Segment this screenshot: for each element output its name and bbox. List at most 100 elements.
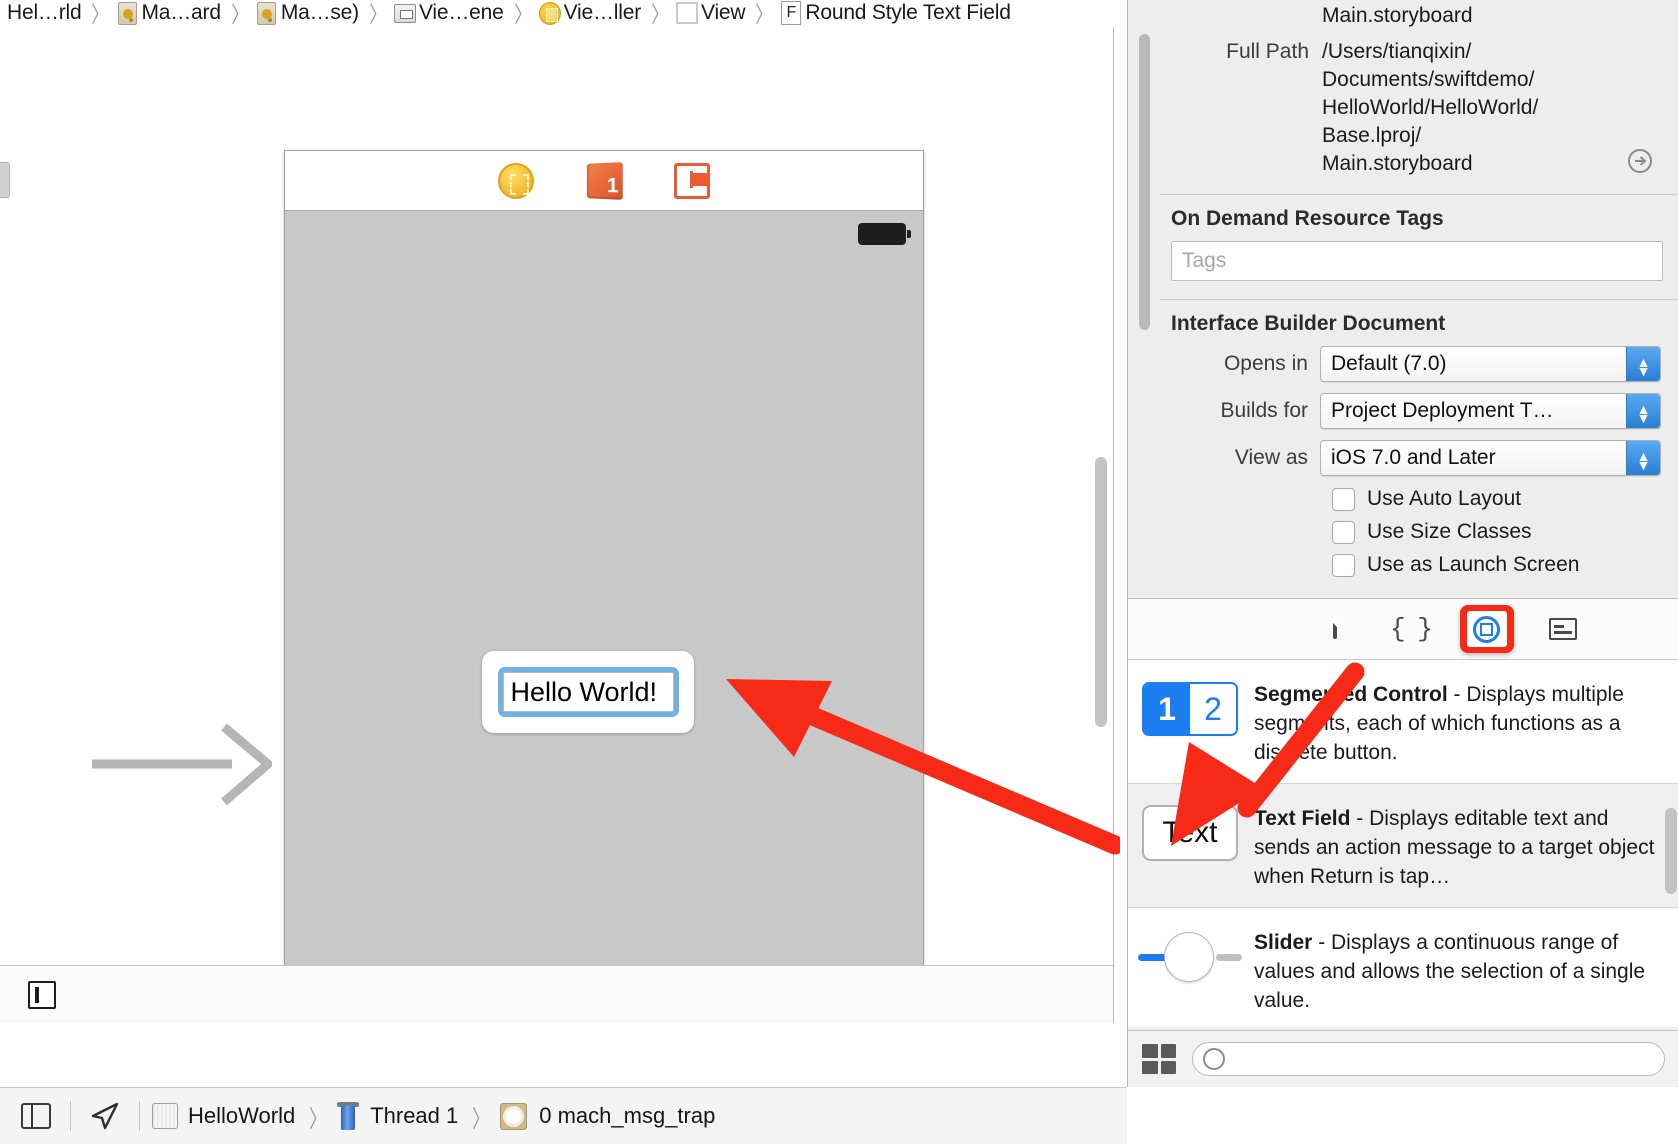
step-location-button[interactable]	[83, 1100, 127, 1132]
jump-bar-breadcrumb[interactable]: Hel…rld 〉 Ma…ard 〉 Ma…se) 〉 Vie…ene 〉 Vi…	[0, 0, 1133, 26]
opens-in-row: Opens in Default (7.0) ▲▼	[1160, 346, 1678, 382]
project-icon	[152, 1103, 178, 1129]
interface-builder-canvas[interactable]: 1 Hello World!	[0, 27, 1114, 1023]
inspector-scrollbar[interactable]	[1137, 34, 1151, 334]
selected-text-field-container[interactable]: Hello World!	[482, 651, 694, 733]
view-controller-dock-icon[interactable]	[498, 163, 534, 199]
debug-breadcrumb-label: HelloWorld	[184, 1103, 299, 1129]
scrollbar-thumb[interactable]	[1095, 457, 1107, 727]
debug-bar[interactable]: HelloWorld 〉 Thread 1 〉 0 mach_msg_trap	[0, 1087, 1127, 1144]
media-library-tab[interactable]	[1536, 605, 1590, 653]
use-size-classes-label: Use Size Classes	[1367, 520, 1532, 544]
scene-dock[interactable]: 1	[285, 151, 923, 211]
view-as-dropdown[interactable]: iOS 7.0 and Later ▲▼	[1320, 440, 1661, 476]
canvas-vertical-scrollbar[interactable]	[1095, 127, 1107, 927]
library-item-text: Text Field - Displays editable text and …	[1254, 802, 1657, 891]
view-controller-scene[interactable]: 1 Hello World!	[284, 150, 924, 1023]
list-item[interactable]: Text Text Field - Displays editable text…	[1128, 784, 1678, 908]
initial-view-controller-arrow-icon	[92, 717, 272, 813]
breadcrumb-item-text-field[interactable]: F Round Style Text Field	[780, 0, 1013, 26]
text-field-icon-label: Text	[1142, 805, 1238, 861]
braces-icon: { }	[1390, 614, 1431, 644]
reveal-in-finder-button[interactable]	[1617, 38, 1663, 178]
view-as-label: View as	[1160, 446, 1320, 470]
breadcrumb-separator-icon: 〉	[510, 0, 536, 26]
breadcrumb-item-view-controller[interactable]: Vie…ller	[539, 0, 644, 26]
breadcrumb-separator-icon: 〉	[88, 0, 114, 26]
breadcrumb-separator-icon: 〉	[227, 0, 253, 26]
breadcrumb-separator-icon: 〉	[752, 0, 778, 26]
full-path-line: Main.storyboard	[1322, 150, 1617, 178]
builds-for-value: Project Deployment T…	[1331, 399, 1554, 423]
code-snippet-library-tab[interactable]: { }	[1384, 605, 1438, 653]
view-as-value: iOS 7.0 and Later	[1331, 446, 1496, 470]
first-responder-dock-icon[interactable]: 1	[587, 162, 623, 200]
search-icon	[1203, 1048, 1225, 1070]
use-as-launch-screen-checkbox[interactable]	[1332, 554, 1355, 577]
text-field-icon: F	[780, 0, 802, 26]
panels-icon	[21, 1103, 51, 1129]
full-path-row: Full Path /Users/tianqixin/ Documents/sw…	[1160, 38, 1678, 178]
library-view-mode-button[interactable]	[1142, 1044, 1176, 1074]
library-tab-bar[interactable]: { }	[1128, 598, 1678, 660]
list-item[interactable]: 1 2 Segmented Control - Displays multipl…	[1128, 660, 1678, 784]
library-item-title: Slider	[1254, 931, 1312, 954]
canvas-text-field[interactable]: Hello World!	[503, 672, 674, 712]
breadcrumb-item-storyboard[interactable]: Ma…ard	[116, 0, 223, 26]
use-size-classes-checkbox[interactable]	[1332, 521, 1355, 544]
full-path-label: Full Path	[1176, 38, 1322, 178]
debug-breadcrumb-label: Thread 1	[366, 1103, 462, 1129]
use-auto-layout-checkbox[interactable]	[1332, 488, 1355, 511]
toggle-debug-area-button[interactable]	[14, 1103, 58, 1129]
utilities-panel: Main.storyboard Full Path /Users/tianqix…	[1127, 0, 1678, 1087]
library-bottom-bar	[1128, 1030, 1678, 1087]
debug-breadcrumb-project[interactable]: HelloWorld	[152, 1103, 299, 1129]
file-name-row: Main.storyboard	[1160, 2, 1678, 30]
use-as-launch-screen-row[interactable]: Use as Launch Screen	[1160, 553, 1678, 577]
breadcrumb-label: Hel…rld	[4, 1, 84, 25]
debug-breadcrumb-frame[interactable]: 0 mach_msg_trap	[500, 1103, 719, 1130]
list-item[interactable]: Slider - Displays a continuous range of …	[1128, 908, 1678, 1027]
battery-icon	[858, 223, 906, 245]
text-field-icon-glyph: F	[781, 1, 801, 25]
library-scrollbar[interactable]	[1665, 720, 1677, 1020]
breadcrumb-item-project[interactable]: Hel…rld	[4, 0, 84, 26]
breadcrumb-separator-icon: 〉	[304, 1099, 333, 1134]
breadcrumb-item-storyboard-base[interactable]: Ma…se)	[256, 0, 362, 26]
divider	[139, 1101, 140, 1131]
builds-for-label: Builds for	[1160, 399, 1320, 423]
device-screen[interactable]: Hello World!	[285, 211, 923, 1023]
file-template-library-tab[interactable]	[1308, 605, 1362, 653]
use-auto-layout-row[interactable]: Use Auto Layout	[1160, 487, 1678, 511]
breadcrumb-item-scene[interactable]: Vie…ene	[394, 0, 507, 26]
breadcrumb-separator-icon: 〉	[647, 0, 673, 26]
exit-dock-icon[interactable]	[674, 163, 710, 199]
breadcrumb-item-view[interactable]: View	[676, 0, 748, 26]
breadcrumb-separator-icon: 〉	[467, 1099, 496, 1134]
opens-in-label: Opens in	[1160, 352, 1320, 376]
breadcrumb-label: Ma…ard	[138, 1, 223, 25]
object-library-tab[interactable]	[1460, 605, 1514, 653]
scrollbar-thumb[interactable]	[1665, 808, 1677, 894]
segmented-control-icon: 1 2	[1138, 678, 1242, 740]
view-as-row: View as iOS 7.0 and Later ▲▼	[1160, 440, 1678, 476]
document-outline-toggle-button[interactable]	[28, 981, 56, 1009]
on-demand-resource-tags-title: On Demand Resource Tags	[1160, 195, 1678, 241]
breadcrumb-label: Vie…ller	[561, 1, 644, 25]
tags-input[interactable]: Tags	[1171, 241, 1663, 281]
library-filter-input[interactable]	[1192, 1042, 1665, 1076]
canvas-left-edge-tab[interactable]	[0, 162, 10, 198]
opens-in-dropdown[interactable]: Default (7.0) ▲▼	[1320, 346, 1661, 382]
file-icon	[1333, 620, 1337, 638]
breadcrumb-separator-icon: 〉	[365, 0, 391, 26]
chevron-updown-icon: ▲▼	[1626, 394, 1660, 428]
use-size-classes-row[interactable]: Use Size Classes	[1160, 520, 1678, 544]
scrollbar-thumb[interactable]	[1139, 34, 1150, 330]
canvas-bottom-bar	[0, 965, 1113, 1023]
debug-breadcrumb-thread[interactable]: Thread 1	[337, 1102, 462, 1130]
breadcrumb-label: View	[698, 1, 748, 25]
interface-builder-document-title: Interface Builder Document	[1160, 300, 1678, 346]
object-library-list[interactable]: 1 2 Segmented Control - Displays multipl…	[1128, 660, 1678, 1027]
full-path-line: HelloWorld/HelloWorld/	[1322, 94, 1617, 122]
builds-for-dropdown[interactable]: Project Deployment T… ▲▼	[1320, 393, 1661, 429]
